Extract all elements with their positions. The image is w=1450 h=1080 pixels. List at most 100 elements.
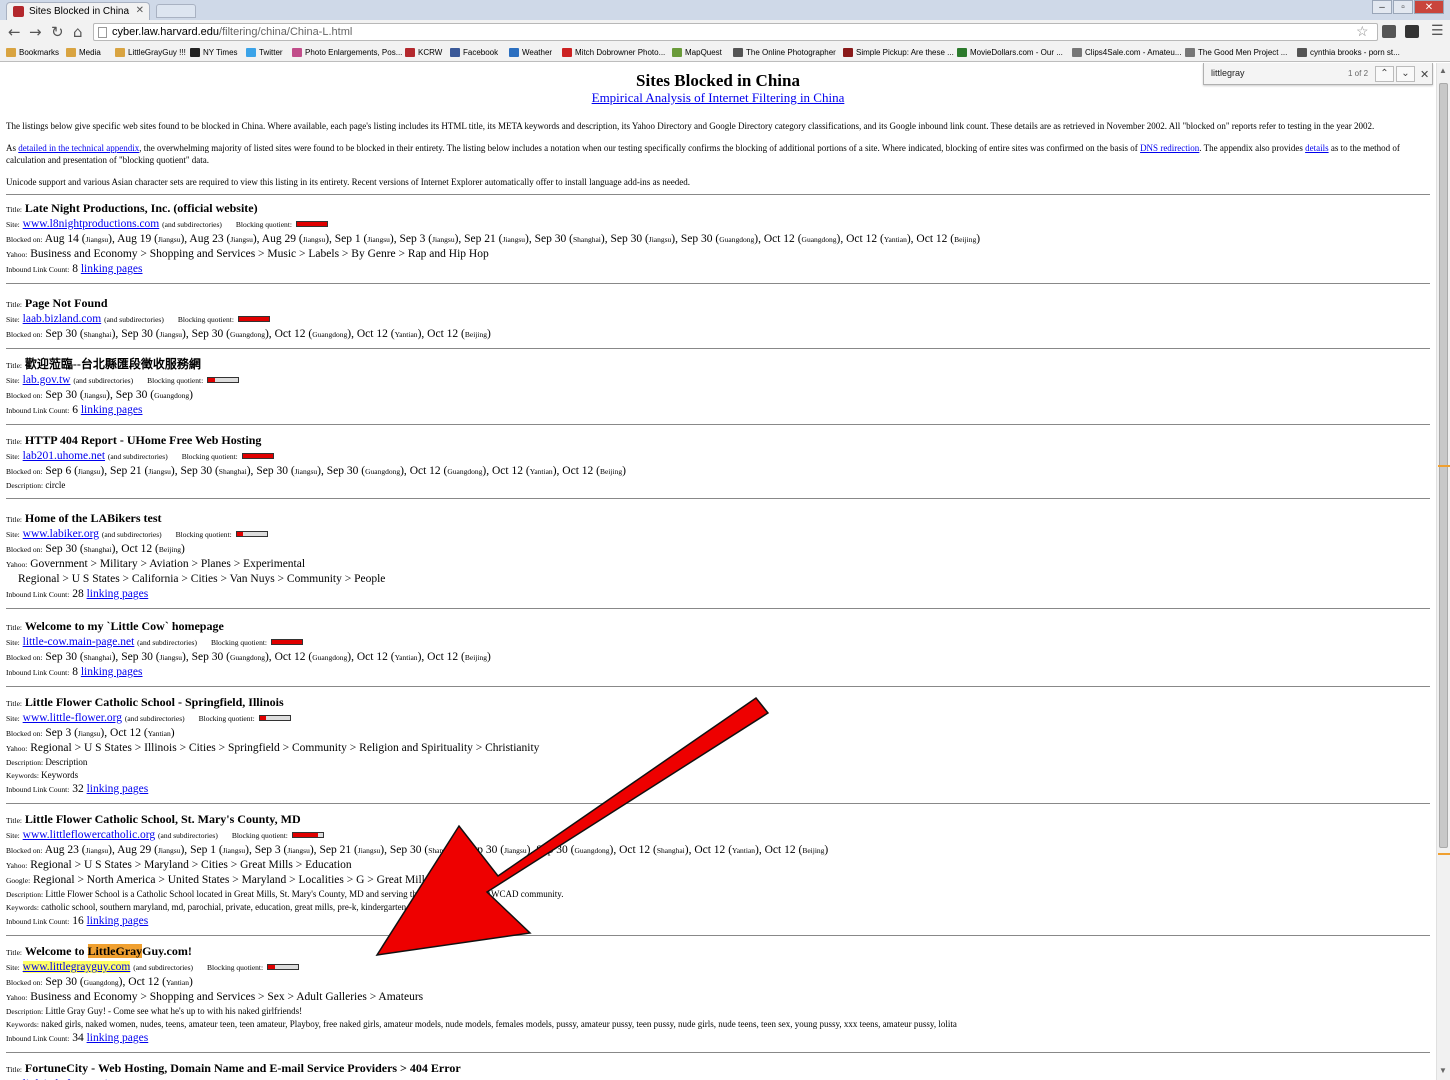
bookmark-item[interactable]: MapQuest — [672, 48, 722, 57]
bookmark-favicon-icon — [115, 48, 125, 57]
field-label: Keywords: — [6, 903, 39, 912]
bookmark-item[interactable]: Mitch Dobrowner Photo... — [562, 48, 665, 57]
find-match-marker — [1438, 853, 1450, 855]
entry-title: Welcome to my `Little Cow` homepage — [24, 619, 224, 633]
linking-pages-link[interactable]: linking pages — [81, 666, 143, 678]
bookmark-item[interactable]: Clips4Sale.com - Amateu... — [1072, 48, 1181, 57]
bookmark-item[interactable]: KCRW — [405, 48, 442, 57]
field-label: Title: — [6, 816, 22, 825]
scroll-down-icon[interactable]: ▼ — [1439, 1066, 1447, 1075]
bookmark-favicon-icon — [190, 48, 200, 57]
bookmark-item[interactable]: LittleGrayGuy !!! — [115, 48, 186, 57]
site-link[interactable]: www.littlegrayguy.com — [22, 961, 131, 973]
site-entry: Title: Welcome to my `Little Cow` homepa… — [6, 619, 1430, 680]
maximize-icon[interactable]: ▫ — [1393, 0, 1413, 14]
minimize-icon[interactable]: – — [1372, 0, 1392, 14]
bookmark-item[interactable]: NY Times — [190, 48, 238, 57]
analysis-link[interactable]: Empirical Analysis of Internet Filtering… — [592, 90, 845, 105]
blocked-date: Sep 1 — [190, 844, 216, 856]
blocked-date: Oct 12 — [763, 233, 795, 245]
google-category: Regional > North America > United States… — [33, 874, 430, 886]
site-link[interactable]: www.littleflowercatholic.org — [23, 829, 156, 841]
menu-icon[interactable]: ☰ — [1431, 23, 1444, 40]
bookmark-item[interactable]: cynthia brooks - porn st... — [1297, 48, 1400, 57]
linking-pages-link[interactable]: linking pages — [81, 263, 143, 275]
site-link[interactable]: www.little-flower.org — [23, 712, 122, 724]
bookmark-favicon-icon — [509, 48, 519, 57]
vertical-scrollbar[interactable]: ▲ ▼ — [1436, 63, 1450, 1080]
site-entry: Title: 歡迎蒞臨--台北縣匯段徵收服務網 Site: lab.gov.tw … — [6, 357, 1430, 418]
address-bar[interactable]: cyber.law.harvard.edu/filtering/china/Ch… — [93, 23, 1378, 41]
field-label: Blocked on: — [6, 653, 43, 662]
bookmark-item[interactable]: Weather — [509, 48, 552, 57]
scroll-up-icon[interactable]: ▲ — [1439, 66, 1447, 75]
site-link[interactable]: lab.gov.tw — [23, 374, 71, 386]
linking-pages-link[interactable]: linking pages — [87, 915, 149, 927]
entry-site-row: Site: laab.bizland.com (and subdirectori… — [6, 312, 1430, 327]
site-link[interactable]: www.l8nightproductions.com — [23, 218, 160, 230]
field-label: Site: — [6, 530, 20, 539]
bookmark-item[interactable]: Simple Pickup: Are these ... — [843, 48, 954, 57]
entry-title-row: Title: Page Not Found — [6, 296, 1430, 312]
technical-appendix-link[interactable]: detailed in the technical appendix — [18, 143, 139, 153]
tab-active[interactable]: Sites Blocked in China ✕ — [6, 2, 150, 20]
blocked-region: Guangdong — [154, 391, 190, 400]
site-link[interactable]: lab201.uhome.net — [23, 450, 105, 462]
bookmark-item[interactable]: Photo Enlargements, Pos... — [292, 48, 402, 57]
blocked-date: Sep 30 — [256, 465, 288, 477]
window-close-icon[interactable]: ✕ — [1414, 0, 1444, 14]
site-link[interactable]: little-cow.main-page.net — [23, 636, 135, 648]
linking-pages-link[interactable]: linking pages — [87, 1032, 149, 1044]
linking-pages-link[interactable]: linking pages — [81, 404, 143, 416]
field-label: Title: — [6, 948, 22, 957]
bookmark-favicon-icon — [1185, 48, 1195, 57]
find-match-marker — [1438, 465, 1450, 467]
blocked-region: Shanghai — [83, 653, 112, 662]
linking-pages-link[interactable]: linking pages — [87, 783, 149, 795]
bookmark-favicon-icon — [246, 48, 256, 57]
new-tab-button[interactable] — [156, 4, 196, 18]
field-label: Title: — [6, 699, 22, 708]
entry-google-row: Google: Regional > North America > Unite… — [6, 873, 1430, 888]
blocking-quotient-bar — [271, 639, 303, 646]
bookmark-item[interactable]: Bookmarks — [6, 48, 59, 57]
find-highlight: LittleGray — [87, 944, 143, 958]
browser-chrome: Sites Blocked in China ✕ – ▫ ✕ ← → ↻ ⌂ c… — [0, 0, 1450, 62]
bookmark-item[interactable]: Facebook — [450, 48, 498, 57]
bookmark-star-icon[interactable]: ☆ — [1356, 24, 1369, 41]
bookmark-item[interactable]: Twitter — [246, 48, 283, 57]
dns-redirection-link[interactable]: DNS redirection — [1140, 143, 1199, 153]
entry-site-row: Site: little-cow.main-page.net (and subd… — [6, 635, 1430, 650]
blocked-date: Oct 12 — [619, 844, 651, 856]
blocked-date: Sep 30 — [326, 465, 359, 477]
site-link[interactable]: www.labiker.org — [23, 528, 99, 540]
text: As — [6, 143, 19, 153]
entry-inbound-row: Inbound Link Count: 34 linking pages — [6, 1031, 1430, 1046]
entry-blocked-row: Blocked on: Aug 14 (Jiangsu), Aug 19 (Ji… — [6, 233, 981, 245]
bookmark-item[interactable]: Media — [66, 48, 101, 57]
blocked-region: Shanghai — [83, 545, 112, 554]
site-link[interactable]: laab.bizland.com — [23, 313, 102, 325]
linking-pages-link[interactable]: linking pages — [87, 588, 149, 600]
inbound-count: 34 — [72, 1032, 84, 1044]
back-arrow-icon[interactable]: ← — [8, 23, 21, 41]
yahoo-category: Business and Economy > Shopping and Serv… — [30, 991, 424, 1003]
blocked-region: Beijing — [599, 467, 623, 476]
yahoo-category: Regional > U S States > California > Cit… — [18, 573, 386, 585]
extension-icon[interactable] — [1382, 25, 1396, 38]
blocking-quotient-bar — [241, 453, 274, 460]
entry-blocked-row: Blocked on: Sep 30 (Jiangsu), Sep 30 (Gu… — [6, 389, 193, 401]
details-link[interactable]: details — [1305, 143, 1329, 153]
bookmark-item[interactable]: The Online Photographer — [733, 48, 836, 57]
extension-icon[interactable] — [1405, 25, 1419, 38]
blocked-region: Jiangsu — [85, 235, 109, 244]
bookmark-item[interactable]: MovieDollars.com - Our ... — [957, 48, 1063, 57]
blocked-region: Guangdong — [312, 330, 348, 339]
close-tab-icon[interactable]: ✕ — [136, 5, 144, 16]
forward-arrow-icon[interactable]: → — [29, 23, 42, 41]
blocked-date: Sep 30 — [610, 233, 643, 245]
reload-icon[interactable]: ↻ — [51, 23, 64, 41]
entry-site-row: Site: www.littleflowercatholic.org (and … — [6, 828, 1430, 843]
bookmark-item[interactable]: The Good Men Project ... — [1185, 48, 1287, 57]
home-icon[interactable]: ⌂ — [73, 23, 83, 41]
